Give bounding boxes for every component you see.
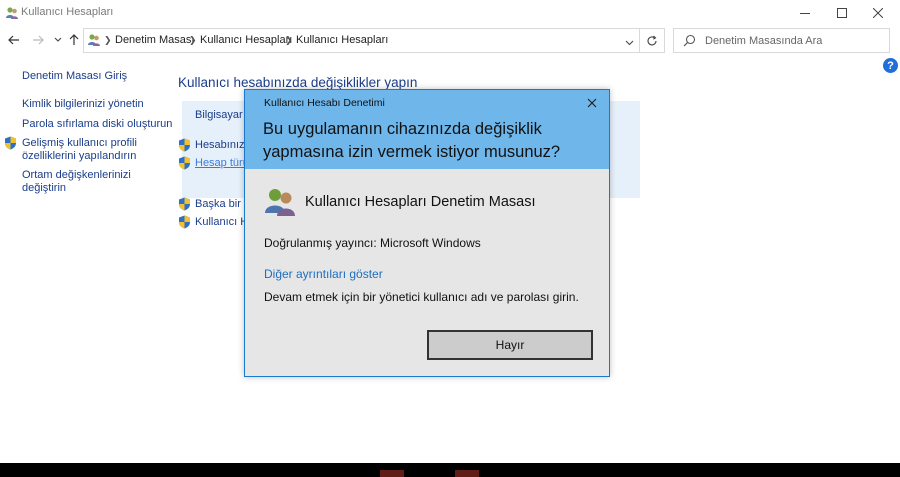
forward-button[interactable] <box>29 31 47 49</box>
no-button[interactable]: Hayır <box>427 330 593 360</box>
uac-shield-icon <box>179 197 190 211</box>
show-more-details-link[interactable]: Diğer ayrıntıları göster <box>264 267 383 281</box>
control-panel-window: Kullanıcı Hesapları ❯ Denetim Masası ❯ K <box>0 0 900 463</box>
uac-shield-icon <box>179 138 190 152</box>
refresh-icon <box>647 35 657 45</box>
breadcrumb-item[interactable]: Denetim Masası <box>115 34 194 46</box>
search-icon <box>683 34 696 47</box>
refresh-button[interactable] <box>639 29 664 52</box>
environment-variables-link[interactable]: Ortam değişkenlerinizi değiştirin <box>22 169 132 195</box>
breadcrumb-chevron-icon: ❯ <box>285 35 293 45</box>
chevron-down-icon <box>54 37 62 42</box>
breadcrumb-chevron-icon: ❯ <box>104 35 112 45</box>
window-title: Kullanıcı Hesapları <box>21 6 114 18</box>
taskbar-item <box>380 470 404 477</box>
help-button[interactable]: ? <box>883 58 898 73</box>
taskbar-item <box>455 470 479 477</box>
users-folder-icon <box>88 34 100 46</box>
uac-shield-icon <box>179 156 190 170</box>
breadcrumb-chevron-icon: ❯ <box>189 35 197 45</box>
arrow-right-icon <box>33 35 44 45</box>
breadcrumb-item[interactable]: Kullanıcı Hesapları <box>200 34 292 46</box>
breadcrumb-item[interactable]: Kullanıcı Hesapları <box>296 34 388 46</box>
uac-dialog-title: Kullanıcı Hesabı Denetimi <box>264 97 385 109</box>
uac-shield-icon <box>179 215 190 229</box>
arrow-left-icon <box>8 35 19 45</box>
control-panel-home-link[interactable]: Denetim Masası Giriş <box>22 70 127 83</box>
uac-dialog: Kullanıcı Hesabı Denetimi Bu uygulamanın… <box>244 89 610 377</box>
search-box[interactable]: Denetim Masasında Ara <box>673 28 890 53</box>
users-app-icon <box>6 7 18 19</box>
chevron-down-icon <box>625 40 634 46</box>
users-app-icon <box>265 189 295 216</box>
uac-question: Bu uygulamanın cihazınızda değişiklik ya… <box>263 120 561 161</box>
uac-header: Kullanıcı Hesabı Denetimi Bu uygulamanın… <box>245 90 609 169</box>
uac-app-name: Kullanıcı Hesapları Denetim Masası <box>305 194 536 210</box>
uac-instruction: Devam etmek için bir yönetici kullanıcı … <box>264 290 579 304</box>
uac-publisher: Doğrulanmış yayıncı: Microsoft Windows <box>264 236 481 250</box>
title-bar: Kullanıcı Hesapları <box>0 0 900 26</box>
search-placeholder: Denetim Masasında Ara <box>705 35 823 47</box>
close-icon[interactable] <box>585 96 599 110</box>
page-heading: Kullanıcı hesabınızda değişiklikler yapı… <box>178 75 418 90</box>
address-dropdown-button[interactable] <box>625 35 634 49</box>
manage-credentials-link[interactable]: Kimlik bilgilerinizi yönetin <box>22 98 144 111</box>
uac-shield-icon <box>5 136 16 150</box>
maximize-icon <box>837 8 847 18</box>
advanced-profile-properties-link[interactable]: Gelişmiş kullanıcı profili özelliklerini… <box>22 137 152 163</box>
close-icon <box>873 8 883 18</box>
back-button[interactable] <box>5 31 23 49</box>
address-bar[interactable]: ❯ Denetim Masası ❯ Kullanıcı Hesapları ❯… <box>83 28 665 53</box>
minimize-icon <box>800 13 810 14</box>
password-reset-disk-link[interactable]: Parola sıfırlama diski oluşturun <box>22 118 172 131</box>
up-button[interactable] <box>65 31 83 49</box>
arrow-up-icon <box>69 34 79 45</box>
close-button[interactable] <box>856 0 900 26</box>
